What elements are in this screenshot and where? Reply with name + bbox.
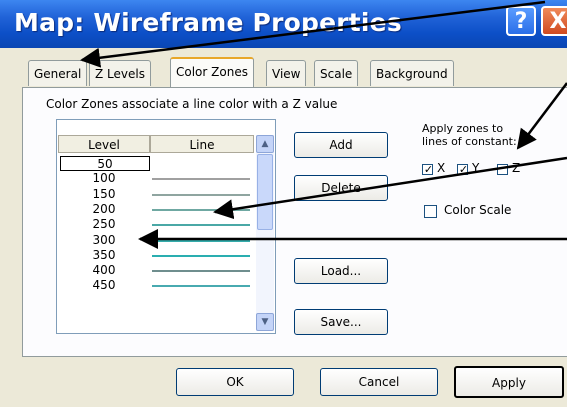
load-button[interactable]: Load... xyxy=(294,258,388,284)
zone-line-swatch[interactable] xyxy=(152,239,250,242)
load-button-label: Load... xyxy=(320,264,362,278)
x-axis-label: X xyxy=(437,161,446,175)
apply-button[interactable]: Apply xyxy=(454,366,564,398)
scroll-thumb[interactable] xyxy=(257,154,273,230)
zone-line-swatch[interactable] xyxy=(152,193,250,196)
zone-line-swatch[interactable] xyxy=(152,224,250,227)
tab-z-levels[interactable]: Z Levels xyxy=(89,60,151,86)
color-scale-label: Color Scale xyxy=(444,203,512,217)
apply-button-label: Apply xyxy=(492,376,526,390)
save-button-label: Save... xyxy=(320,315,362,329)
scroll-up-icon[interactable]: ▲ xyxy=(256,135,274,153)
tab-general[interactable]: General xyxy=(28,60,88,86)
panel-description: Color Zones associate a line color with … xyxy=(46,97,338,111)
apply-zones-label: Apply zones to lines of constant: xyxy=(422,122,517,148)
zone-level-cell[interactable]: 250 xyxy=(58,217,150,232)
scroll-down-icon[interactable]: ▼ xyxy=(256,313,274,331)
zone-level-cell[interactable]: 200 xyxy=(58,202,150,217)
save-button[interactable]: Save... xyxy=(294,309,388,335)
x-checkmark-icon: ✓ xyxy=(423,163,434,176)
zone-level-cell[interactable]: 400 xyxy=(58,263,150,278)
zone-level-cell[interactable]: 450 xyxy=(58,278,150,293)
tab-view[interactable]: View xyxy=(266,60,307,86)
tab-scale[interactable]: Scale xyxy=(314,60,359,86)
zone-line-swatch[interactable] xyxy=(152,285,250,288)
tab-background[interactable]: Background xyxy=(370,60,454,86)
zone-level-cell[interactable]: 300 xyxy=(58,233,150,248)
zone-level-cell[interactable]: 50 xyxy=(60,156,150,171)
add-button[interactable]: Add xyxy=(294,132,388,158)
z-axis-label: Z xyxy=(512,161,521,175)
cancel-button-label: Cancel xyxy=(358,375,400,389)
tab-color-zones[interactable]: Color Zones xyxy=(170,57,254,87)
level-column-header[interactable]: Level xyxy=(58,135,150,153)
color-scale-checkbox[interactable] xyxy=(424,205,437,218)
window-title: Map: Wireframe Properties xyxy=(14,8,402,37)
ok-button[interactable]: OK xyxy=(176,368,294,396)
y-axis-label: Y xyxy=(472,161,480,175)
zone-line-swatch[interactable] xyxy=(152,254,250,257)
x-axis-checkbox[interactable]: ✓ xyxy=(422,164,433,175)
y-checkmark-icon: ✓ xyxy=(458,163,469,176)
cancel-button[interactable]: Cancel xyxy=(320,368,438,396)
delete-button[interactable]: Delete xyxy=(294,175,388,201)
zone-level-cell[interactable]: 350 xyxy=(58,248,150,263)
line-column-header[interactable]: Line xyxy=(150,135,254,153)
add-button-label: Add xyxy=(329,138,353,152)
z-axis-checkbox[interactable] xyxy=(497,164,508,175)
zone-line-swatch[interactable] xyxy=(152,270,250,273)
zone-line-swatch[interactable] xyxy=(152,178,250,181)
delete-button-label: Delete xyxy=(321,181,361,195)
properties-dialog: Map: Wireframe Properties ? X General Z … xyxy=(0,0,567,407)
zone-level-cell[interactable]: 100 xyxy=(58,171,150,186)
close-button[interactable]: X xyxy=(541,6,567,36)
zone-line-swatch[interactable] xyxy=(152,208,250,211)
help-button[interactable]: ? xyxy=(506,6,536,36)
ok-button-label: OK xyxy=(226,375,244,389)
zone-level-cell[interactable]: 150 xyxy=(58,187,150,202)
title-bar[interactable]: Map: Wireframe Properties ? X xyxy=(0,0,567,48)
y-axis-checkbox[interactable]: ✓ xyxy=(457,164,468,175)
